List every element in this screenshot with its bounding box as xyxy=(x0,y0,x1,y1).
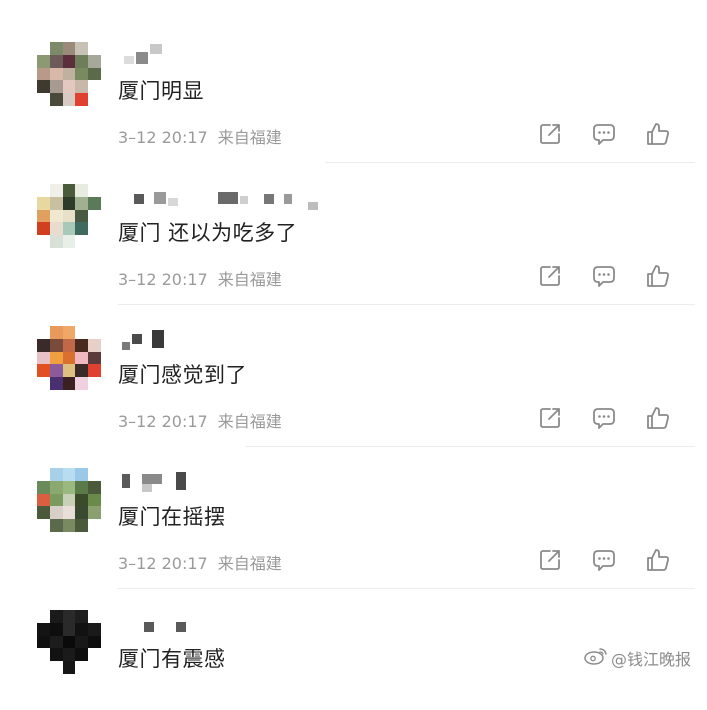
comment-text: 厦门感觉到了 xyxy=(118,363,247,387)
comment-text: 厦门 还以为吃多了 xyxy=(118,221,298,245)
avatar[interactable] xyxy=(37,184,101,248)
comment-item: 厦门有震感 xyxy=(0,568,707,710)
watermark: @钱江晚报 xyxy=(583,646,691,670)
avatar[interactable] xyxy=(37,610,101,674)
comment-text: 厦门在摇摆 xyxy=(118,505,226,529)
avatar[interactable] xyxy=(37,326,101,390)
avatar[interactable] xyxy=(37,468,101,532)
weibo-icon xyxy=(583,646,609,670)
comment-item: 厦门在摇摆 3–12 20:17 来自福建 xyxy=(0,426,707,589)
comment-item: 厦门 还以为吃多了 3–12 20:17 来自福建 xyxy=(0,142,707,305)
watermark-text: @钱江晚报 xyxy=(611,650,692,669)
avatar[interactable] xyxy=(37,42,101,106)
comment-text: 厦门有震感 xyxy=(118,647,226,671)
comment-item: 厦门感觉到了 3–12 20:17 来自福建 xyxy=(0,284,707,447)
comment-text: 厦门明显 xyxy=(118,79,204,103)
comment-item: 厦门明显 3–12 20:17 来自福建 xyxy=(0,0,707,163)
